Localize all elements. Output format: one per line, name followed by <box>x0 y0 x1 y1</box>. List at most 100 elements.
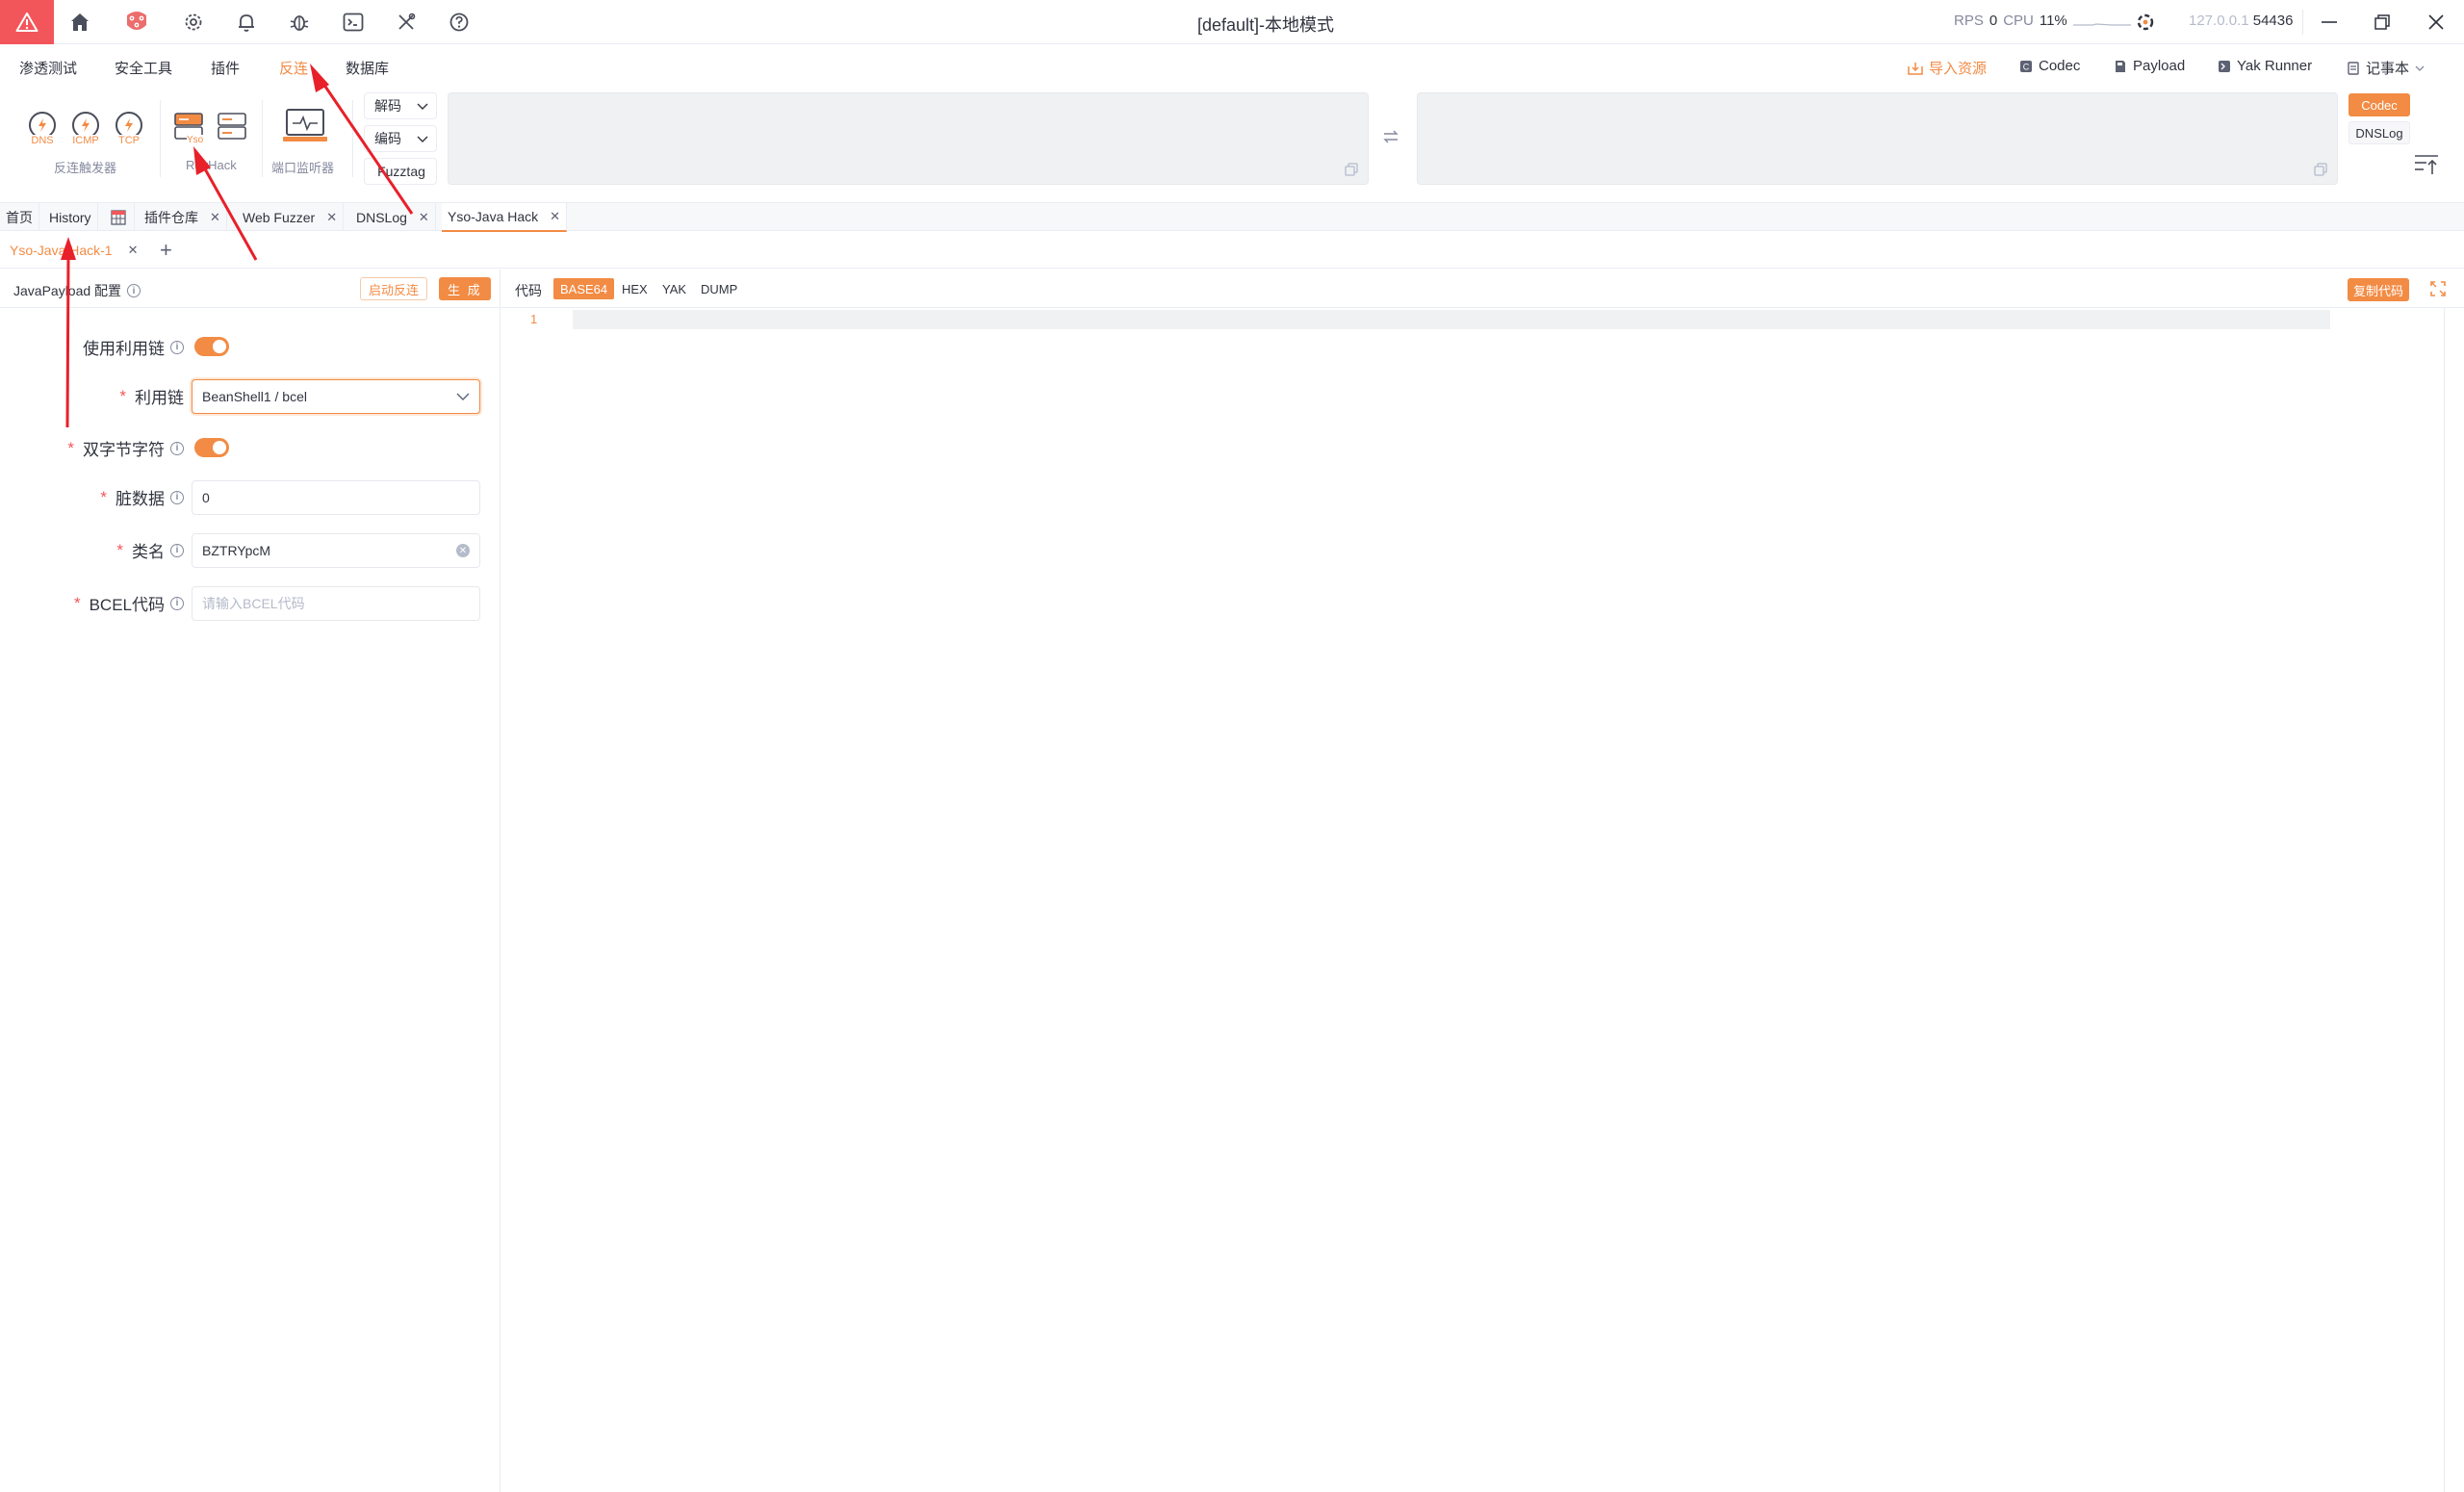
monitor-icon <box>283 109 327 141</box>
payload-label: Payload <box>2133 58 2186 74</box>
chain-select[interactable]: BeanShell1 / bcel <box>192 379 480 414</box>
encode-select[interactable]: 编码 <box>364 125 437 152</box>
main-tab-bar: 首页 History 插件仓库 ✕ Web Fuzzer ✕ DNSLog ✕ … <box>0 202 2464 232</box>
codec-input-area[interactable] <box>448 92 1369 185</box>
engine-status-icon[interactable] <box>2131 8 2160 37</box>
collapse-icon[interactable] <box>2414 154 2439 175</box>
tcp-trigger-button[interactable]: TCP <box>113 112 145 146</box>
copy-icon[interactable] <box>2314 163 2327 176</box>
menu-database[interactable]: 数据库 <box>346 58 389 78</box>
server-button[interactable] <box>217 112 247 142</box>
bcel-code-label: * BCEL代码 i <box>74 591 184 615</box>
double-byte-toggle[interactable] <box>194 438 229 457</box>
yso-button[interactable]: Yso <box>173 112 204 146</box>
start-reverse-button[interactable]: 启动反连 <box>360 277 428 300</box>
close-window-icon[interactable] <box>2410 0 2462 44</box>
generate-button[interactable]: 生 成 <box>439 277 491 300</box>
menu-security-tools[interactable]: 安全工具 <box>115 58 172 78</box>
tab-yso-java-hack[interactable]: Yso-Java Hack ✕ <box>442 203 568 232</box>
side-tab-dnslog[interactable]: DNSLog <box>2348 121 2410 144</box>
editor-scrollbar[interactable] <box>2444 308 2445 1492</box>
codec-label: Codec <box>2039 58 2081 74</box>
codec-link[interactable]: C Codec <box>2019 58 2080 74</box>
close-icon[interactable]: ✕ <box>550 209 560 224</box>
lightning-icon <box>38 118 46 132</box>
copy-code-button[interactable]: 复制代码 <box>2348 278 2410 301</box>
yak-runner-label: Yak Runner <box>2237 58 2313 74</box>
add-tab-icon[interactable]: + <box>160 240 172 261</box>
tab-plugin-store[interactable]: 插件仓库 ✕ <box>139 203 227 231</box>
fullscreen-icon[interactable] <box>2430 281 2446 296</box>
sub-tab-bar: Yso-Java Hack-1 ✕ + <box>0 232 2464 269</box>
menu-pentest[interactable]: 渗透测试 <box>19 58 77 78</box>
use-chain-label-text: 使用利用链 <box>83 340 165 358</box>
dirty-data-input[interactable]: 0 <box>192 480 480 515</box>
restore-icon[interactable] <box>2356 0 2408 44</box>
info-icon[interactable]: i <box>170 441 184 455</box>
tools-icon[interactable] <box>392 8 421 37</box>
class-name-input[interactable]: BZTRYpcM ✕ <box>192 533 480 568</box>
chevron-down-icon <box>417 136 428 142</box>
yakit-logo-icon[interactable] <box>122 8 151 37</box>
port-monitor-button[interactable] <box>281 108 329 146</box>
minimize-icon[interactable] <box>2303 0 2355 44</box>
icmp-trigger-button[interactable]: ICMP <box>69 112 102 146</box>
info-icon[interactable]: i <box>170 340 184 354</box>
menu-plugins[interactable]: 插件 <box>211 58 240 78</box>
chevron-down-icon <box>2415 65 2425 71</box>
payload-link[interactable]: Payload <box>2114 58 2185 74</box>
engine-address: 127.0.0.1 54436 <box>2189 13 2293 29</box>
menu-reverse[interactable]: 反连 <box>279 58 308 78</box>
info-icon[interactable]: i <box>170 543 184 557</box>
trigger-group-label: 反连触发器 <box>54 161 117 175</box>
tab-calculator[interactable] <box>102 203 135 231</box>
yak-runner-link[interactable]: Yak Runner <box>2218 58 2312 74</box>
close-icon[interactable]: ✕ <box>210 210 220 225</box>
format-tab-yak[interactable]: YAK <box>655 278 693 299</box>
sub-tab-label: Yso-Java Hack-1 <box>10 243 113 258</box>
warning-icon[interactable] <box>0 0 54 44</box>
dns-label: DNS <box>30 135 55 146</box>
format-tab-dump[interactable]: DUMP <box>694 278 744 299</box>
swap-icon[interactable] <box>1382 129 1399 144</box>
port-monitor-label: 端口监听器 <box>271 161 335 175</box>
tab-dnslog[interactable]: DNSLog ✕ <box>350 203 436 231</box>
dns-trigger-button[interactable]: DNS <box>26 112 59 146</box>
format-tab-hex[interactable]: HEX <box>615 278 654 299</box>
fuzztag-button[interactable]: Fuzztag <box>364 158 437 185</box>
svg-text:C: C <box>2023 62 2030 71</box>
home-icon[interactable] <box>65 8 94 37</box>
tab-web-fuzzer[interactable]: Web Fuzzer ✕ <box>237 203 345 231</box>
payload-config-panel: JavaPayload 配置 i 启动反连 生 成 使用利用链 i * 利用链 B… <box>0 270 500 1492</box>
tab-home[interactable]: 首页 <box>0 203 39 231</box>
close-icon[interactable]: ✕ <box>326 210 337 225</box>
import-resource-link[interactable]: 导入资源 <box>1908 58 1987 78</box>
close-icon[interactable]: ✕ <box>128 243 139 258</box>
bcel-code-input[interactable]: 请输入BCEL代码 <box>192 586 480 621</box>
bell-icon[interactable] <box>232 8 261 37</box>
fuzztag-label: Fuzztag <box>377 164 425 179</box>
format-tab-base64[interactable]: BASE64 <box>553 278 615 299</box>
copy-icon[interactable] <box>1345 163 1358 176</box>
notepad-link[interactable]: 记事本 <box>2347 58 2425 78</box>
clear-icon[interactable]: ✕ <box>456 544 470 557</box>
gear-icon[interactable] <box>179 8 208 37</box>
config-header: JavaPayload 配置 i 启动反连 生 成 <box>0 270 500 308</box>
tab-history[interactable]: History <box>43 203 98 231</box>
close-icon[interactable]: ✕ <box>419 210 429 225</box>
terminal-icon[interactable] <box>339 8 368 37</box>
code-editor[interactable]: 1 <box>501 308 2464 1492</box>
help-icon[interactable] <box>445 8 474 37</box>
bug-icon[interactable] <box>285 8 314 37</box>
decode-select[interactable]: 解码 <box>364 92 437 119</box>
tab-label: 首页 <box>6 209 33 225</box>
info-icon[interactable]: i <box>170 490 184 504</box>
info-icon[interactable]: i <box>170 596 184 610</box>
side-tab-codec[interactable]: Codec <box>2348 93 2410 116</box>
info-icon[interactable]: i <box>127 284 141 297</box>
use-chain-toggle[interactable] <box>194 337 229 356</box>
tcp-label: TCP <box>117 135 141 146</box>
sub-tab-yso-java-hack-1[interactable]: Yso-Java Hack-1 ✕ <box>0 232 148 269</box>
tab-label: 插件仓库 <box>144 209 198 225</box>
codec-output-area[interactable] <box>1417 92 2338 185</box>
